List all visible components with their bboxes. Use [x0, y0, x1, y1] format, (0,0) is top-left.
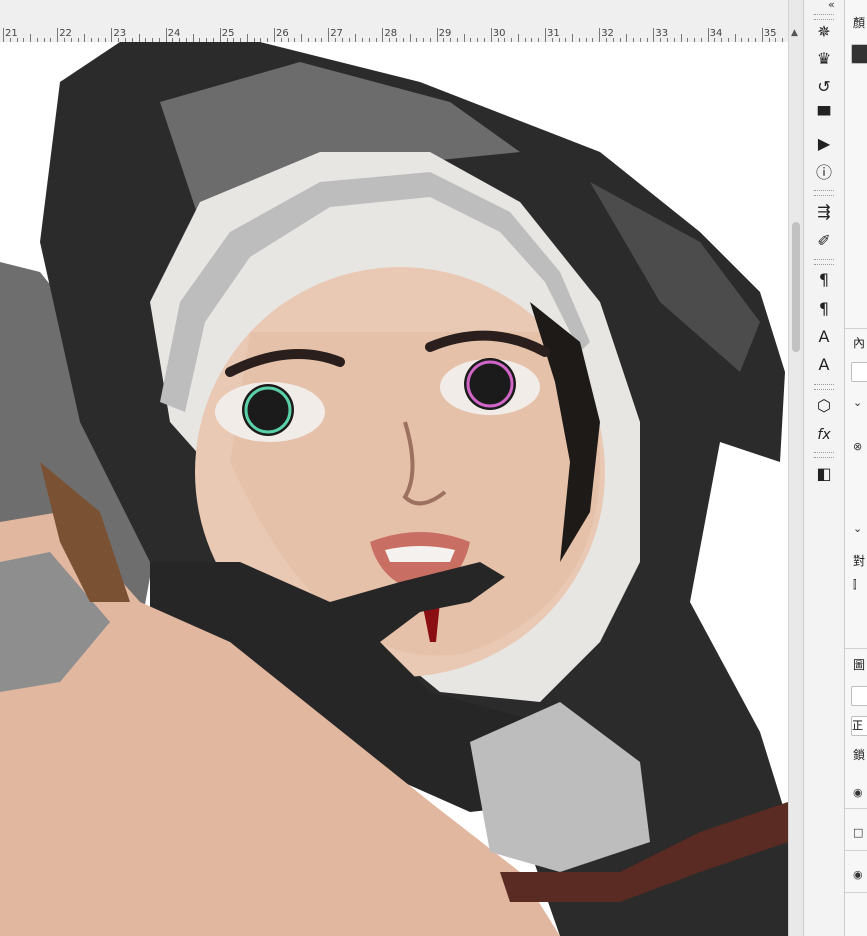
- ruler-minor-tick: [192, 34, 194, 42]
- ruler-minor-tick: [301, 34, 303, 42]
- play-icon[interactable]: ▶: [811, 131, 837, 155]
- history-icon[interactable]: ↺: [811, 74, 837, 98]
- horizontal-ruler: 21 22 23 24 25 26 27 28 29 30 31 32 33 34 35: [0, 0, 788, 43]
- blend-mode-select[interactable]: 正: [851, 716, 867, 736]
- blend-mode-value: 正: [852, 719, 863, 732]
- panel-grip[interactable]: [814, 452, 834, 458]
- ruler-major-tick: [57, 28, 59, 42]
- ruler-major-tick: [382, 28, 384, 42]
- foreground-color-swatch[interactable]: [851, 44, 867, 64]
- ruler-major-tick: [599, 28, 601, 42]
- visibility-eye-icon[interactable]: ◉: [853, 786, 863, 799]
- ruler-minor-tick: [30, 34, 32, 42]
- ruler-major-tick: [3, 28, 4, 42]
- ruler-major-tick: [165, 28, 167, 42]
- ruler-major-tick: [111, 28, 113, 42]
- brush-preset-icon[interactable]: ✐: [811, 228, 837, 252]
- visibility-eye-icon[interactable]: ◉: [853, 868, 863, 881]
- color-panel-title[interactable]: 顏: [853, 14, 865, 31]
- ruler-major-tick: [274, 28, 275, 42]
- chevron-down-icon[interactable]: ⌄: [853, 396, 862, 409]
- ruler-minor-tick: [246, 34, 248, 42]
- align-left-icon[interactable]: ⫿: [853, 578, 857, 592]
- ruler-major-tick: [545, 28, 546, 42]
- ruler-major-tick: [328, 28, 330, 42]
- ruler-major-tick: [761, 28, 763, 42]
- document-canvas[interactable]: [0, 42, 788, 936]
- brush-settings-icon[interactable]: ♛: [811, 46, 837, 70]
- ruler-major-tick: [436, 28, 438, 42]
- ruler-minor-tick: [680, 34, 682, 42]
- layers-panel-title[interactable]: 圖: [853, 656, 865, 673]
- character-style-icon[interactable]: A: [811, 352, 837, 376]
- ruler-minor-tick: [517, 34, 519, 42]
- scrollbar-thumb[interactable]: [792, 222, 800, 352]
- properties-panel-title[interactable]: 內: [853, 334, 865, 351]
- ruler-minor-tick: [734, 34, 736, 42]
- layer-search-field[interactable]: [851, 686, 867, 706]
- link-icon[interactable]: ⊗: [853, 440, 862, 453]
- align-section-label: 對: [853, 554, 866, 568]
- visibility-empty-icon[interactable]: □: [853, 826, 863, 839]
- paragraph-icon[interactable]: ¶: [811, 267, 837, 291]
- fx-icon[interactable]: fx: [811, 423, 837, 447]
- paragraph-style-icon[interactable]: ¶: [811, 296, 837, 320]
- panel-grip[interactable]: [814, 259, 834, 265]
- ruler-minor-tick: [463, 34, 465, 42]
- layer-comp-icon[interactable]: ◧: [811, 461, 837, 485]
- artwork-image: [0, 42, 788, 936]
- character-icon[interactable]: A: [811, 324, 837, 348]
- pixel-layer-icon[interactable]: [851, 362, 867, 382]
- ruler-minor-tick: [409, 34, 411, 42]
- ruler-minor-tick: [572, 34, 574, 42]
- scroll-up-icon[interactable]: ▲: [791, 28, 798, 38]
- comment-icon[interactable]: ▀: [811, 103, 837, 127]
- panel-grip[interactable]: [814, 384, 834, 390]
- right-panel-dock: 顏 內 ⌄ ⊗ ⌄ 對 ⫿ 圖 正 鎖 ◉ □ ◉: [845, 0, 867, 936]
- chevron-down-icon[interactable]: ⌄: [853, 522, 862, 535]
- collapse-panels-icon[interactable]: «: [828, 0, 835, 11]
- ruler-major-tick: [653, 28, 655, 42]
- ruler-minor-tick: [355, 34, 357, 42]
- navigator-icon[interactable]: ✵: [811, 19, 837, 43]
- ruler-minor-tick: [626, 34, 628, 42]
- info-icon[interactable]: ⓘ: [811, 159, 837, 183]
- ruler-major-tick: [490, 28, 492, 42]
- panel-toolstrip: « ✵ ♛ ↺ ▀ ▶ ⓘ ⇶ ✐ ¶ ¶ A A ⬡ fx ◧: [803, 0, 845, 936]
- ruler-major-tick: [707, 28, 709, 42]
- ruler-minor-tick: [84, 34, 86, 42]
- brush-slider-icon[interactable]: ⇶: [811, 199, 837, 223]
- 3d-icon[interactable]: ⬡: [811, 393, 837, 417]
- ruler-major-tick: [219, 28, 221, 42]
- lock-label: 鎖: [853, 748, 866, 762]
- panel-grip[interactable]: [814, 190, 834, 196]
- ruler-minor-tick: [138, 34, 140, 42]
- vertical-scrollbar[interactable]: ▲: [788, 0, 803, 936]
